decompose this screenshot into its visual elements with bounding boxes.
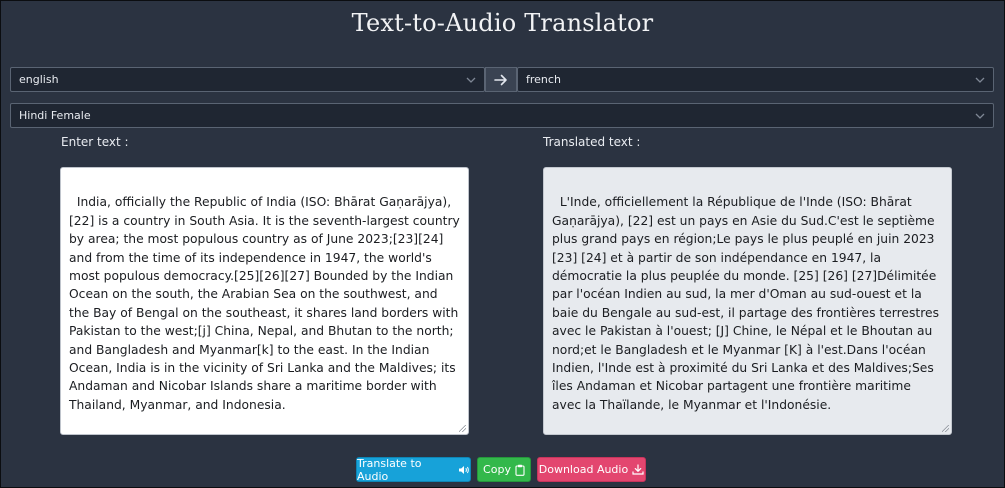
target-language-select[interactable]: french (517, 67, 994, 92)
voice-value: Hindi Female (19, 109, 91, 122)
resize-handle[interactable] (942, 425, 949, 432)
chevron-down-icon (975, 68, 985, 91)
page-title: Text-to-Audio Translator (351, 9, 654, 37)
swap-language-button[interactable] (485, 67, 517, 92)
source-language-value: english (19, 73, 59, 86)
output-label: Translated text : (543, 135, 641, 149)
arrow-right-icon (494, 74, 508, 86)
download-icon (632, 464, 644, 475)
voice-select[interactable]: Hindi Female (10, 103, 994, 128)
input-text-content: India, officially the Republic of India … (69, 195, 464, 412)
output-text-content: L'Inde, officiellement la République de … (552, 195, 943, 412)
speaker-icon (458, 465, 470, 475)
clipboard-icon (515, 464, 525, 476)
copy-button[interactable]: Copy (477, 457, 531, 482)
copy-button-label: Copy (483, 463, 511, 476)
input-textarea[interactable]: India, officially the Republic of India … (60, 167, 469, 435)
translate-to-audio-button[interactable]: Translate to Audio (356, 456, 471, 483)
chevron-down-icon (466, 68, 476, 91)
resize-handle[interactable] (459, 425, 466, 432)
chevron-down-icon (975, 104, 985, 127)
target-language-value: french (526, 73, 561, 86)
download-button-label: Download Audio (538, 463, 629, 476)
input-label: Enter text : (61, 135, 129, 149)
output-textarea[interactable]: L'Inde, officiellement la République de … (543, 167, 952, 435)
download-audio-button[interactable]: Download Audio (537, 457, 646, 482)
source-language-select[interactable]: english (10, 67, 485, 92)
translate-button-label: Translate to Audio (357, 456, 422, 483)
